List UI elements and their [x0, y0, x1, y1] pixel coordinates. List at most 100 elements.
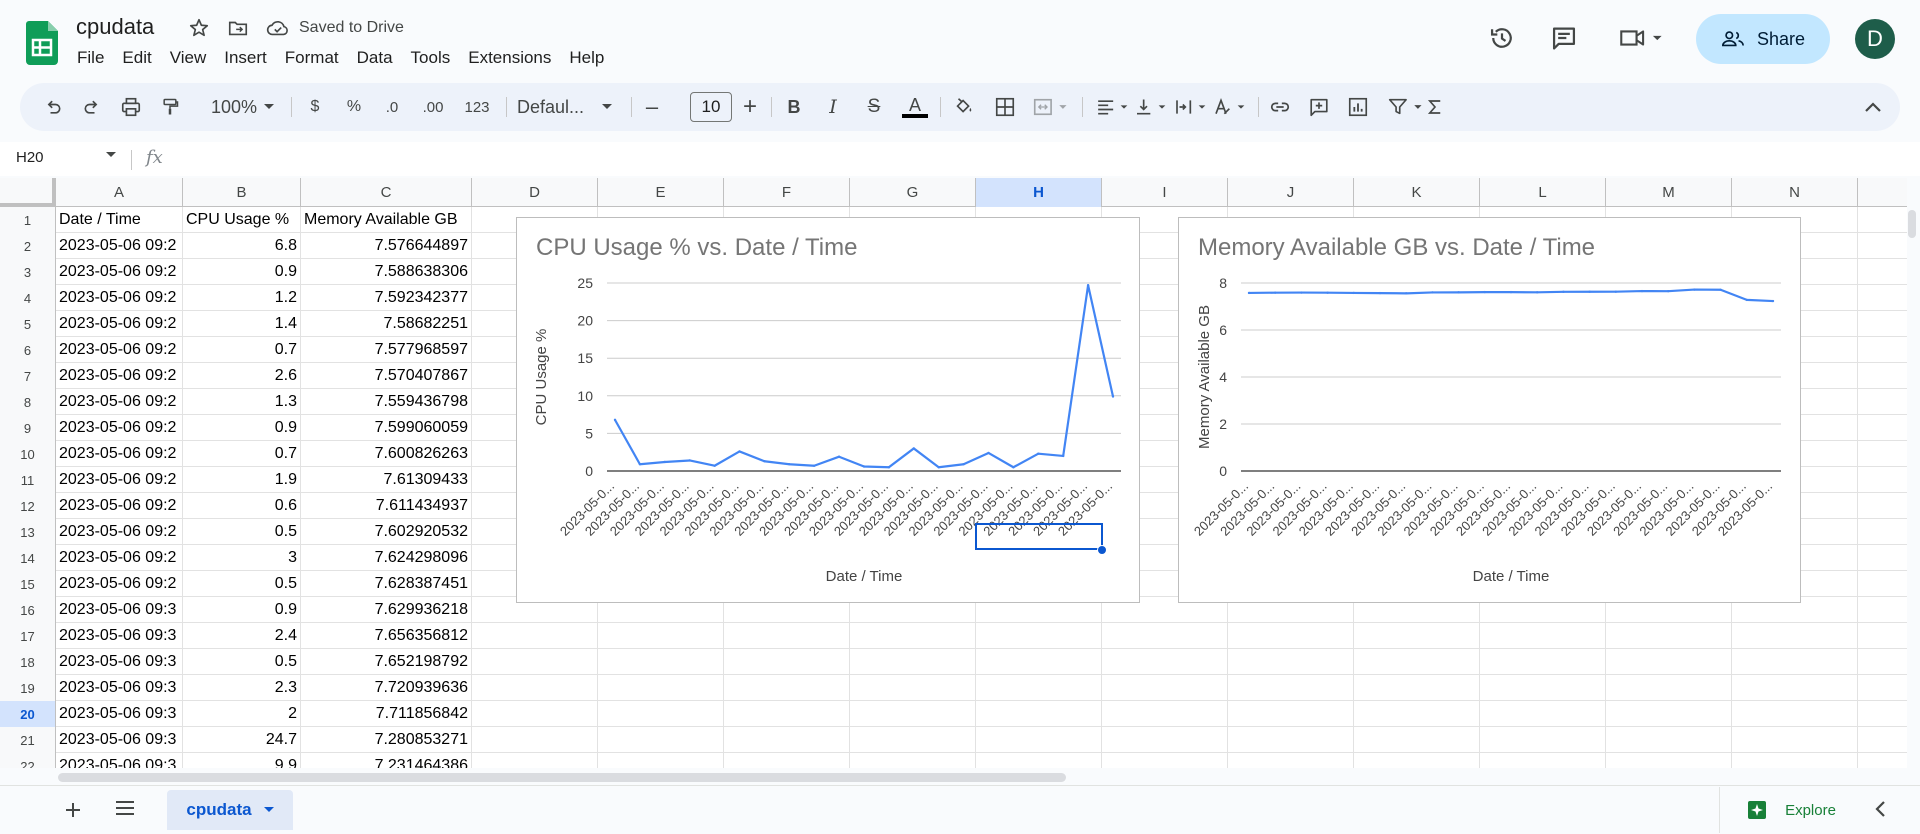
cell[interactable] — [598, 701, 724, 727]
cell[interactable]: 2023-05-06 09:2 — [56, 363, 183, 389]
cell[interactable]: 2023-05-06 09:2 — [56, 571, 183, 597]
cell[interactable]: 7.58682251 — [301, 311, 472, 337]
row-header[interactable]: 17 — [0, 623, 56, 649]
cell[interactable]: 7.588638306 — [301, 259, 472, 285]
column-header[interactable]: L — [1480, 178, 1606, 207]
cell[interactable]: 9.9 — [183, 753, 301, 768]
cell[interactable]: 7.600826263 — [301, 441, 472, 467]
history-icon[interactable] — [1486, 22, 1518, 54]
add-sheet-button[interactable] — [64, 798, 82, 826]
borders-icon[interactable] — [992, 95, 1018, 119]
row-header[interactable]: 4 — [0, 285, 56, 311]
cell[interactable] — [598, 727, 724, 753]
italic-button[interactable]: I — [821, 95, 845, 119]
row-header[interactable]: 2 — [0, 233, 56, 259]
active-cell-h20[interactable] — [975, 523, 1103, 550]
cell[interactable]: 2023-05-06 09:3 — [56, 727, 183, 753]
cell[interactable] — [1228, 649, 1354, 675]
cell[interactable] — [1354, 623, 1480, 649]
cell[interactable] — [1606, 753, 1732, 768]
cell[interactable] — [1102, 649, 1228, 675]
video-call-icon[interactable] — [1614, 22, 1670, 54]
cell[interactable] — [1102, 753, 1228, 768]
cell[interactable]: 7.711856842 — [301, 701, 472, 727]
cell[interactable]: 7.576644897 — [301, 233, 472, 259]
cell[interactable] — [1480, 727, 1606, 753]
cell[interactable] — [976, 623, 1102, 649]
cell[interactable] — [1480, 623, 1606, 649]
menu-insert[interactable]: Insert — [215, 47, 276, 69]
column-header[interactable]: M — [1606, 178, 1732, 207]
cell[interactable] — [1480, 649, 1606, 675]
menu-data[interactable]: Data — [348, 47, 402, 69]
cell[interactable]: 7.611434937 — [301, 493, 472, 519]
cell[interactable]: 0.7 — [183, 441, 301, 467]
cell[interactable] — [1732, 649, 1858, 675]
cell[interactable]: 2023-05-06 09:2 — [56, 441, 183, 467]
column-header[interactable]: E — [598, 178, 724, 207]
column-header[interactable]: N — [1732, 178, 1858, 207]
cell[interactable] — [472, 753, 598, 768]
cell[interactable] — [1354, 753, 1480, 768]
paint-format-icon[interactable] — [157, 95, 183, 119]
row-header[interactable]: 20 — [0, 701, 56, 727]
cell[interactable]: 7.629936218 — [301, 597, 472, 623]
cell[interactable] — [724, 649, 850, 675]
document-title[interactable]: cpudata — [76, 14, 154, 40]
cell[interactable]: 7.602920532 — [301, 519, 472, 545]
cell[interactable]: 7.656356812 — [301, 623, 472, 649]
cell[interactable] — [976, 701, 1102, 727]
row-header[interactable]: 11 — [0, 467, 56, 493]
column-header[interactable]: K — [1354, 178, 1480, 207]
name-box-dropdown-icon[interactable] — [106, 152, 116, 158]
strikethrough-button[interactable]: S — [862, 95, 886, 119]
zoom-select[interactable]: 100% — [198, 95, 270, 119]
cell[interactable]: 2.3 — [183, 675, 301, 701]
explore-button[interactable]: Explore — [1719, 787, 1863, 833]
row-header[interactable]: 9 — [0, 415, 56, 441]
font-size-input[interactable]: 10 — [690, 92, 732, 122]
row-header[interactable]: 16 — [0, 597, 56, 623]
cell[interactable] — [1354, 727, 1480, 753]
cell[interactable]: 2023-05-06 09:3 — [56, 753, 183, 768]
share-button[interactable]: Share — [1696, 14, 1830, 64]
cell[interactable]: 2 — [183, 701, 301, 727]
cell[interactable] — [1228, 623, 1354, 649]
cell[interactable] — [472, 623, 598, 649]
cell[interactable] — [1102, 675, 1228, 701]
account-avatar[interactable]: D — [1855, 19, 1895, 59]
cell[interactable] — [1606, 649, 1732, 675]
redo-icon[interactable] — [79, 95, 105, 119]
cell[interactable] — [472, 649, 598, 675]
bold-button[interactable]: B — [782, 95, 806, 119]
sheet-tab-cpudata[interactable]: cpudata — [167, 790, 293, 830]
cell[interactable] — [1354, 675, 1480, 701]
menu-file[interactable]: File — [68, 47, 113, 69]
row-header[interactable]: 14 — [0, 545, 56, 571]
cell[interactable]: 2023-05-06 09:2 — [56, 389, 183, 415]
cell[interactable]: 0.9 — [183, 259, 301, 285]
menu-view[interactable]: View — [161, 47, 216, 69]
row-header[interactable]: 15 — [0, 571, 56, 597]
column-header[interactable]: I — [1102, 178, 1228, 207]
cell[interactable] — [598, 623, 724, 649]
decrease-decimal-button[interactable]: .0 — [379, 95, 405, 119]
functions-icon[interactable] — [1422, 95, 1448, 119]
insert-chart-icon[interactable] — [1345, 95, 1371, 119]
cell[interactable]: Date / Time — [56, 207, 183, 233]
cell[interactable] — [1732, 701, 1858, 727]
cell[interactable] — [472, 675, 598, 701]
cell[interactable]: Memory Available GB — [301, 207, 472, 233]
comment-icon[interactable] — [1548, 22, 1580, 54]
cell[interactable] — [1606, 727, 1732, 753]
cell[interactable]: 0.5 — [183, 519, 301, 545]
cell[interactable] — [976, 727, 1102, 753]
cell[interactable]: 0.9 — [183, 597, 301, 623]
cell[interactable] — [1732, 675, 1858, 701]
cell[interactable]: 2023-05-06 09:3 — [56, 701, 183, 727]
cell[interactable] — [850, 753, 976, 768]
row-header[interactable]: 5 — [0, 311, 56, 337]
cell[interactable]: 2023-05-06 09:2 — [56, 545, 183, 571]
cell[interactable]: 2023-05-06 09:3 — [56, 649, 183, 675]
cell[interactable]: 7.628387451 — [301, 571, 472, 597]
